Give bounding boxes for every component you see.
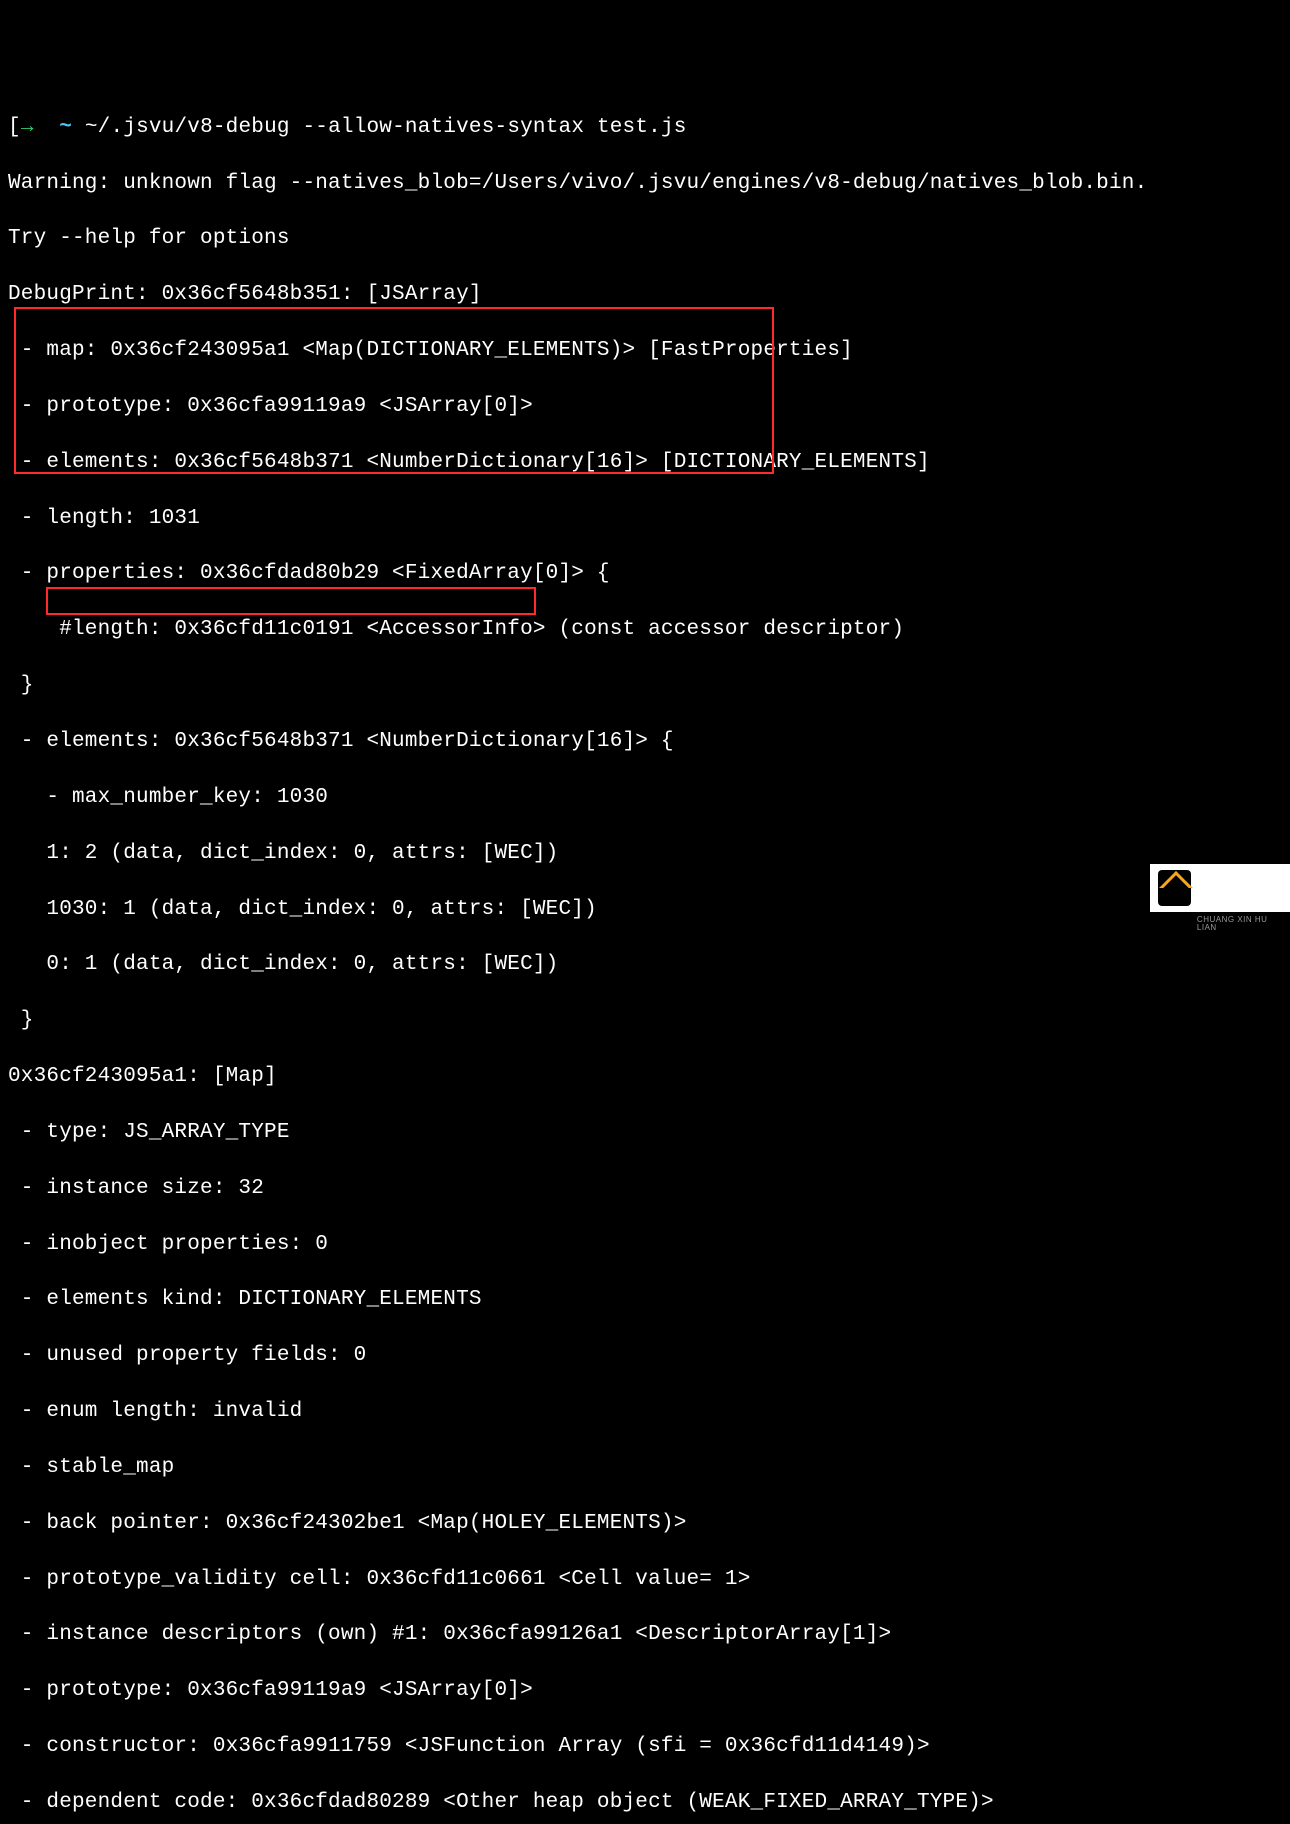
output-line: - map: 0x36cf243095a1 <Map(DICTIONARY_EL…	[8, 337, 1282, 365]
output-line: - instance size: 32	[8, 1175, 1282, 1203]
output-line: }	[8, 1007, 1282, 1035]
prompt-cwd: ~	[59, 116, 72, 139]
output-line: - max_number_key: 1030	[8, 784, 1282, 812]
watermark-logo-icon	[1158, 870, 1191, 906]
output-line: - stable_map	[8, 1454, 1282, 1482]
output-line: DebugPrint: 0x36cf5648b351: [JSArray]	[8, 281, 1282, 309]
watermark-text-top: 创新互联	[1197, 844, 1282, 859]
command-text: ~/.jsvu/v8-debug --allow-natives-syntax …	[85, 116, 687, 139]
output-line: 1: 2 (data, dict_index: 0, attrs: [WEC])	[8, 840, 1282, 868]
output-line: - type: JS_ARRAY_TYPE	[8, 1119, 1282, 1147]
output-line: - constructor: 0x36cfa9911759 <JSFunctio…	[8, 1733, 1282, 1761]
output-line: 1030: 1 (data, dict_index: 0, attrs: [WE…	[8, 896, 1282, 924]
prompt-arrow-icon: →	[21, 116, 34, 139]
output-line: - dependent code: 0x36cfdad80289 <Other …	[8, 1789, 1282, 1817]
output-line: - length: 1031	[8, 505, 1282, 533]
output-line: - prototype: 0x36cfa99119a9 <JSArray[0]>	[8, 393, 1282, 421]
watermark: 创新互联 CHUANG XIN HU LIAN	[1150, 864, 1290, 912]
output-line: - prototype_validity cell: 0x36cfd11c066…	[8, 1566, 1282, 1594]
output-line: #length: 0x36cfd11c0191 <AccessorInfo> (…	[8, 616, 1282, 644]
highlight-box-elements-kind	[46, 587, 536, 615]
output-line: - properties: 0x36cfdad80b29 <FixedArray…	[8, 560, 1282, 588]
output-line: - elements: 0x36cf5648b371 <NumberDictio…	[8, 728, 1282, 756]
output-line: - enum length: invalid	[8, 1398, 1282, 1426]
output-line: - inobject properties: 0	[8, 1231, 1282, 1259]
prompt-open-bracket: [	[8, 116, 21, 139]
output-line: - instance descriptors (own) #1: 0x36cfa…	[8, 1621, 1282, 1649]
output-line: - back pointer: 0x36cf24302be1 <Map(HOLE…	[8, 1510, 1282, 1538]
output-line: - prototype: 0x36cfa99119a9 <JSArray[0]>	[8, 1677, 1282, 1705]
output-line: 0x36cf243095a1: [Map]	[8, 1063, 1282, 1091]
output-line: - unused property fields: 0	[8, 1342, 1282, 1370]
output-line: - elements kind: DICTIONARY_ELEMENTS	[8, 1286, 1282, 1314]
prompt-line[interactable]: [→ ~ ~/.jsvu/v8-debug --allow-natives-sy…	[8, 114, 1282, 142]
output-line: - elements: 0x36cf5648b371 <NumberDictio…	[8, 449, 1282, 477]
output-line: Warning: unknown flag --natives_blob=/Us…	[8, 170, 1282, 198]
output-line: Try --help for options	[8, 225, 1282, 253]
output-line: }	[8, 672, 1282, 700]
output-line: 0: 1 (data, dict_index: 0, attrs: [WEC])	[8, 951, 1282, 979]
